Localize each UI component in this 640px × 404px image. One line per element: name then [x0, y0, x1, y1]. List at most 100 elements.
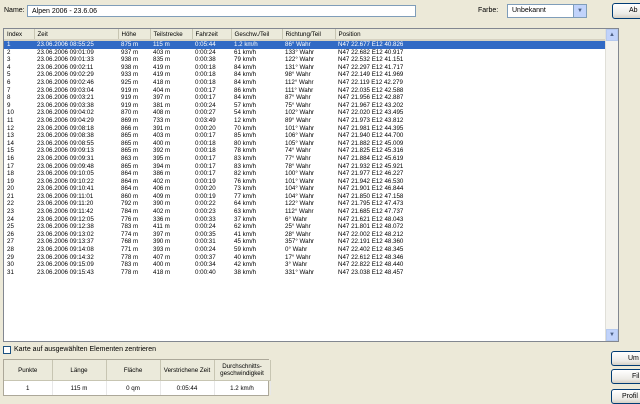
table-cell: 83 km/h	[234, 162, 257, 170]
chevron-down-icon: ▼	[573, 5, 586, 17]
name-input[interactable]: Alpen 2006 - 23.6.06	[27, 5, 416, 17]
table-row[interactable]: 31 23.06.2006 09:15:43 778 m 418 m 0:00:40 38…	[4, 269, 606, 277]
table-cell: 357° Wahr	[285, 238, 315, 246]
table-cell: 733 m	[153, 116, 171, 124]
table-cell: 6	[7, 78, 11, 86]
table-cell: 28	[7, 246, 14, 254]
table-cell: 865 m	[121, 132, 139, 140]
stats-value: 115 m	[52, 380, 107, 395]
table-cell: 0:00:18	[195, 63, 216, 71]
table-cell: 865 m	[121, 162, 139, 170]
table-row[interactable]: 28 23.06.2006 09:14:08 771 m 393 m 0:00:24 59…	[4, 246, 606, 254]
table-cell: 23.06.2006 09:12:38	[37, 223, 94, 231]
table-cell: 409 m	[153, 192, 171, 200]
side-button-1[interactable]: Um	[611, 351, 640, 366]
table-row[interactable]: 30 23.06.2006 09:15:09 783 m 400 m 0:00:34 42…	[4, 261, 606, 269]
table-cell: 84 km/h	[234, 71, 257, 79]
table-row[interactable]: 5 23.06.2006 09:02:29 933 m 419 m 0:00:18 84 …	[4, 71, 606, 79]
table-cell: 8	[7, 94, 11, 102]
table-row[interactable]: 21 23.06.2006 09:11:01 860 m 409 m 0:00:19 77…	[4, 193, 606, 201]
table-row[interactable]: 8 23.06.2006 09:03:21 919 m 397 m 0:00:17 84 …	[4, 94, 606, 102]
stats-value: 1.2 km/h	[214, 380, 271, 395]
table-cell: 11	[7, 116, 14, 124]
table-row[interactable]: 1 23.06.2006 08:55:25 875 m 115 m 0:05:44 1.2…	[4, 40, 606, 49]
vertical-scrollbar[interactable]: ▲ ▼	[605, 29, 618, 341]
table-cell: N47 21.932 E12 45.921	[338, 162, 404, 170]
table-row[interactable]: 2 23.06.2006 09:01:09 937 m 403 m 0:00:24 61 …	[4, 49, 606, 57]
table-cell: 23.06.2006 09:08:55	[37, 139, 94, 147]
table-cell: N47 22.149 E12 41.969	[338, 71, 404, 79]
table-cell: 0:00:40	[195, 268, 216, 276]
table-cell: 74° Wahr	[285, 147, 311, 155]
table-row[interactable]: 12 23.06.2006 09:08:18 866 m 391 m 0:00:20 70…	[4, 125, 606, 133]
table-cell: 23.06.2006 09:02:11	[37, 63, 94, 71]
table-row[interactable]: 11 23.06.2006 09:04:29 869 m 733 m 0:03:49 12…	[4, 117, 606, 125]
side-button-2[interactable]: Fil	[611, 369, 640, 384]
table-cell: 37 km/h	[234, 215, 257, 223]
side-button-3[interactable]: Profil	[611, 389, 640, 404]
table-row[interactable]: 13 23.06.2006 09:08:38 865 m 403 m 0:00:17 85…	[4, 132, 606, 140]
table-row[interactable]: 22 23.06.2006 09:11:20 792 m 390 m 0:00:22 64…	[4, 200, 606, 208]
table-row[interactable]: 10 23.06.2006 09:04:02 870 m 408 m 0:00:27 54…	[4, 109, 606, 117]
stats-header: Länge	[52, 360, 107, 381]
table-cell: 98° Wahr	[285, 71, 311, 79]
column-header[interactable]: Richtung/Teil	[282, 29, 336, 41]
table-row[interactable]: 19 23.06.2006 09:10:22 864 m 402 m 0:00:19 76…	[4, 178, 606, 186]
table-cell: 75° Wahr	[285, 101, 311, 109]
table-cell: 23.06.2006 09:04:29	[37, 116, 94, 124]
table-cell: 23.06.2006 09:08:18	[37, 124, 94, 132]
table-cell: 80 km/h	[234, 139, 257, 147]
table-cell: 115 m	[150, 40, 192, 49]
table-row[interactable]: 14 23.06.2006 09:08:55 865 m 400 m 0:00:18 80…	[4, 140, 606, 148]
table-cell: 122° Wahr	[285, 200, 315, 208]
table-row[interactable]: 16 23.06.2006 09:09:31 863 m 395 m 0:00:17 83…	[4, 155, 606, 163]
table-row[interactable]: 27 23.06.2006 09:13:37 768 m 390 m 0:00:31 45…	[4, 238, 606, 246]
trackpoint-table[interactable]: Index Zeit Höhe Teilstrecke Fahrzeit Geschw./…	[3, 28, 619, 342]
table-cell: 77 km/h	[234, 192, 257, 200]
column-header[interactable]: Zeit	[34, 29, 119, 41]
table-row[interactable]: 29 23.06.2006 09:14:32 778 m 407 m 0:00:37 40…	[4, 254, 606, 262]
table-cell: 62 km/h	[234, 223, 257, 231]
table-row[interactable]: 15 23.06.2006 09:09:13 865 m 392 m 0:00:18 78…	[4, 147, 606, 155]
center-map-checkbox[interactable]	[3, 346, 11, 354]
color-select[interactable]: Unbekannt ▼	[507, 4, 587, 18]
table-row[interactable]: 26 23.06.2006 09:13:02 774 m 397 m 0:00:35 41…	[4, 231, 606, 239]
table-cell: 381 m	[153, 101, 171, 109]
table-row[interactable]: 4 23.06.2006 09:02:11 938 m 419 m 0:00:18 84 …	[4, 64, 606, 72]
table-row[interactable]: 18 23.06.2006 09:10:05 864 m 386 m 0:00:17 82…	[4, 170, 606, 178]
table-cell: 0:00:17	[195, 162, 216, 170]
table-row[interactable]: 25 23.06.2006 09:12:38 783 m 411 m 0:00:24 62…	[4, 223, 606, 231]
column-header[interactable]: Fahrzeit	[192, 29, 232, 41]
table-row[interactable]: 9 23.06.2006 09:03:38 919 m 381 m 0:00:24 57 …	[4, 102, 606, 110]
table-cell: 54 km/h	[234, 109, 257, 117]
table-cell: N47 22.612 E12 48.346	[338, 253, 404, 261]
table-cell: N47 22.677 E12 40.826	[335, 40, 606, 49]
table-cell: 402 m	[153, 177, 171, 185]
column-header[interactable]: Teilstrecke	[150, 29, 193, 41]
table-cell: 783 m	[121, 223, 139, 231]
table-cell: 865 m	[121, 147, 139, 155]
table-row[interactable]: 24 23.06.2006 09:12:05 776 m 336 m 0:00:33 37…	[4, 216, 606, 224]
table-row[interactable]: 7 23.06.2006 09:03:04 919 m 404 m 0:00:17 86 …	[4, 87, 606, 95]
table-row[interactable]: 3 23.06.2006 09:01:33 938 m 835 m 0:00:38 79 …	[4, 56, 606, 64]
column-header[interactable]: Position	[335, 29, 607, 41]
column-header[interactable]: Höhe	[118, 29, 151, 41]
table-row[interactable]: 20 23.06.2006 09:10:41 864 m 406 m 0:00:20 73…	[4, 185, 606, 193]
table-cell: N47 21.973 E12 43.812	[338, 116, 404, 124]
column-header[interactable]: Geschw./Teil	[231, 29, 283, 41]
table-cell: N47 21.884 E12 45.619	[338, 154, 404, 162]
scroll-down-icon[interactable]: ▼	[606, 329, 618, 341]
scroll-up-icon[interactable]: ▲	[606, 29, 618, 41]
table-row[interactable]: 23 23.06.2006 09:11:42 784 m 402 m 0:00:23 63…	[4, 208, 606, 216]
table-cell: 407 m	[153, 253, 171, 261]
table-cell: 938 m	[121, 63, 139, 71]
table-cell: 41 km/h	[234, 230, 257, 238]
table-cell: N47 21.977 E12 46.227	[338, 170, 404, 178]
table-cell: 23.06.2006 09:08:38	[37, 132, 94, 140]
table-row[interactable]: 17 23.06.2006 09:09:48 865 m 394 m 0:00:17 83…	[4, 163, 606, 171]
column-header[interactable]: Index	[4, 29, 35, 41]
top-right-button[interactable]: Ab	[612, 3, 640, 19]
table-cell: 403 m	[153, 48, 171, 56]
table-row[interactable]: 6 23.06.2006 09:02:46 925 m 418 m 0:00:18 84 …	[4, 79, 606, 87]
table-cell: 23.06.2006 09:02:46	[37, 78, 94, 86]
